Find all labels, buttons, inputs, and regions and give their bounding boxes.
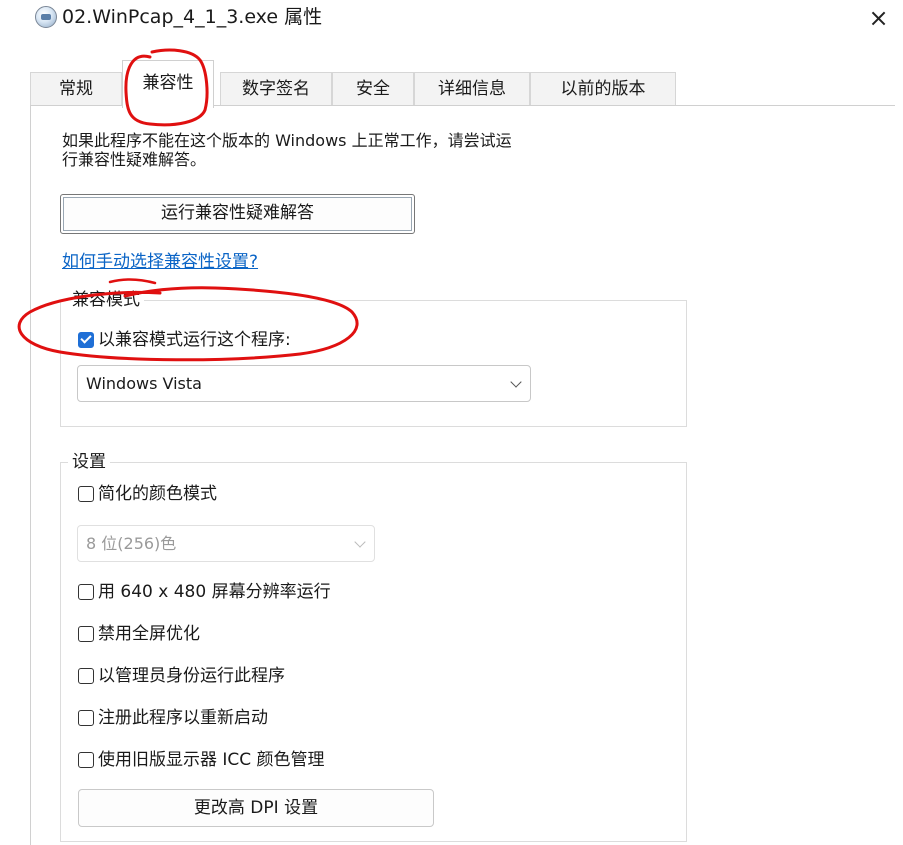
run-as-admin-checkbox[interactable]: [78, 668, 94, 684]
option-label: 禁用全屏优化: [98, 624, 200, 644]
reduced-color-checkbox[interactable]: [78, 486, 94, 502]
os-version-select[interactable]: Windows Vista: [77, 365, 531, 402]
option-label: 注册此程序以重新启动: [98, 708, 268, 728]
close-icon[interactable]: ×: [854, 0, 903, 38]
window-title: 02.WinPcap_4_1_3.exe 属性: [62, 6, 323, 28]
tab-compatibility[interactable]: 兼容性: [122, 60, 214, 108]
option-row[interactable]: 使用旧版显示器 ICC 颜色管理: [78, 748, 325, 772]
settings-legend: 设置: [68, 451, 110, 473]
manual-settings-link[interactable]: 如何手动选择兼容性设置?: [62, 247, 258, 272]
settings-group: [60, 462, 687, 842]
option-label: 用 640 x 480 屏幕分辨率运行: [98, 582, 331, 602]
tab-security[interactable]: 安全: [332, 72, 414, 106]
tab-digital-signatures[interactable]: 数字签名: [220, 72, 332, 106]
option-label: 以管理员身份运行此程序: [98, 666, 285, 686]
option-row[interactable]: 禁用全屏优化: [78, 622, 200, 646]
os-version-value: Windows Vista: [86, 374, 202, 393]
color-depth-value: 8 位(256)色: [86, 534, 177, 553]
color-depth-select: 8 位(256)色: [77, 525, 375, 562]
tab-previous-versions[interactable]: 以前的版本: [530, 72, 676, 106]
option-row[interactable]: 用 640 x 480 屏幕分辨率运行: [78, 580, 331, 604]
title-bar: 02.WinPcap_4_1_3.exe 属性 ×: [0, 0, 903, 40]
tab-details[interactable]: 详细信息: [414, 72, 530, 106]
description-line-2: 行兼容性疑难解答。: [62, 150, 207, 169]
option-row[interactable]: 以管理员身份运行此程序: [78, 664, 285, 688]
chevron-down-icon: [354, 535, 366, 548]
reduced-color-row[interactable]: 简化的颜色模式: [78, 482, 217, 506]
description-line-1: 如果此程序不能在这个版本的 Windows 上正常工作，请尝试运: [62, 131, 512, 150]
compat-description: 如果此程序不能在这个版本的 Windows 上正常工作，请尝试运 行兼容性疑难解…: [62, 131, 682, 169]
disable-fullscreen-opt-checkbox[interactable]: [78, 626, 94, 642]
option-row[interactable]: 注册此程序以重新启动: [78, 706, 268, 730]
resolution-640-checkbox[interactable]: [78, 584, 94, 600]
app-icon: [35, 6, 57, 28]
reduced-color-label: 简化的颜色模式: [98, 484, 217, 504]
compat-mode-group: [60, 300, 687, 427]
run-troubleshooter-button[interactable]: 运行兼容性疑难解答: [60, 194, 415, 234]
register-restart-checkbox[interactable]: [78, 710, 94, 726]
tab-general[interactable]: 常规: [30, 72, 122, 106]
change-dpi-button[interactable]: 更改高 DPI 设置: [78, 789, 434, 827]
compat-mode-checkbox[interactable]: [78, 332, 94, 348]
option-label: 使用旧版显示器 ICC 颜色管理: [98, 750, 325, 770]
legacy-icc-checkbox[interactable]: [78, 752, 94, 768]
compat-mode-checkbox-label: 以兼容模式运行这个程序:: [98, 330, 291, 350]
compat-mode-checkbox-row[interactable]: 以兼容模式运行这个程序:: [78, 328, 291, 352]
tab-strip: 常规 兼容性 数字签名 安全 详细信息 以前的版本: [30, 58, 890, 108]
chevron-down-icon: [510, 375, 522, 388]
compat-mode-legend: 兼容模式: [68, 289, 144, 311]
